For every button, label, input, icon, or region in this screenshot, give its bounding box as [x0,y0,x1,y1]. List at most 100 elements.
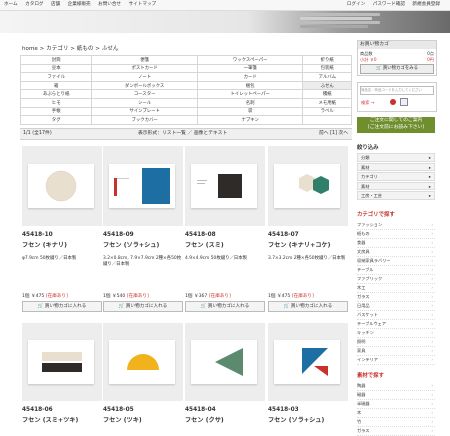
category-link[interactable]: 梱包 [196,80,304,91]
product-card[interactable]: 45418-09 フセン (ソラ+シュ) 3.2×0.8cm, 7.9×7.9c… [103,146,183,336]
category-link[interactable]: ダンボールボックス [91,80,198,91]
category-link[interactable]: シール [91,97,198,108]
narrow-down-item[interactable]: 素材 ▸ [357,162,435,171]
category-link-item[interactable]: ファッション › [357,221,435,230]
category-link-item[interactable]: バスケット › [357,311,435,320]
product-name[interactable]: フセン (ソラ+シュ) [268,415,324,424]
category-link[interactable]: ポストカード [91,63,198,74]
add-to-cart-button[interactable]: 🛒 買い物カゴに入れる [185,301,265,312]
category-link-item[interactable]: 竹 › [357,418,435,427]
nav-home-link[interactable]: ホーム [4,2,18,7]
category-link[interactable]: 積紙 [302,89,352,99]
category-link[interactable]: 袋 [196,106,304,117]
category-link[interactable]: 便箋 [91,55,198,65]
category-link[interactable]: 箱 [19,80,93,91]
product-image[interactable] [268,146,348,226]
product-card[interactable]: 45418-10 フセン (キナリ) φ7.9cm 50枚綴り／日本製 1個 ￥… [22,146,102,336]
nav-login-link[interactable]: ログイン [347,2,365,7]
breadcrumb[interactable]: home > カテゴリ > 紙もの > ふせん [22,44,119,52]
product-image[interactable] [22,323,102,401]
category-link[interactable]: 一筆箋 [196,63,304,74]
add-to-cart-button[interactable]: 🛒 買い物カゴに入れる [268,301,348,312]
product-card[interactable]: 45418-04 フセン (クサ) [185,323,265,424]
nav-password-link[interactable]: パスワード確認 [373,2,405,7]
product-name[interactable]: フセン (クサ) [185,415,224,424]
category-link[interactable]: ふせん [302,80,352,91]
category-link[interactable]: コースター [91,89,198,99]
category-link[interactable]: あぶらとり紙 [19,89,93,99]
display-mode-toggle[interactable]: 表示形式：リスト一覧 ／ 画像とテキスト [138,129,227,139]
product-image[interactable] [268,323,348,401]
category-link[interactable]: ノート [91,72,198,82]
nav-corporate-link[interactable]: 企業様販売 [68,2,91,7]
category-link-item[interactable]: 家具 › [357,347,435,356]
category-link[interactable]: タグ [19,115,93,125]
category-link[interactable]: 豆本 [19,63,93,74]
product-name[interactable]: フセン (ツキ) [103,415,142,424]
view-cart-button[interactable]: 🛒 買い物カゴをみる [360,64,434,74]
category-link-item[interactable]: 半磁器 › [357,400,435,409]
category-link-item[interactable]: 木 › [357,409,435,418]
product-image[interactable] [103,323,183,401]
product-image[interactable] [185,323,265,401]
category-link[interactable]: ファイル [19,72,93,82]
product-name[interactable]: フセン (キナリ+コケ) [268,240,331,249]
product-image[interactable] [185,146,265,226]
nav-store-link[interactable]: 店舗 [51,2,60,7]
category-link-item[interactable]: ガラス › [357,293,435,302]
category-link-item[interactable]: 磁器 › [357,391,435,400]
category-link-item[interactable]: 収納家具ラバリー › [357,257,435,266]
product-image[interactable] [103,146,183,226]
order-guide-button[interactable]: ご注文に関してのご案内 (ご注文前にお読み下さい) [357,117,435,133]
nav-contact-link[interactable]: お問い合せ [98,2,121,7]
product-card[interactable]: 45418-06 フセン (スミ+ツキ) [22,323,102,424]
add-to-cart-button[interactable]: 🛒 買い物カゴに入れる [103,301,183,312]
product-image[interactable] [22,146,102,226]
product-card[interactable]: 45418-03 フセン (ソラ+シュ) [268,323,348,424]
category-link-item[interactable]: インテリア › [357,356,435,365]
category-link[interactable]: 名刺 [196,97,304,108]
category-link[interactable]: 封筒 [19,55,93,65]
category-link[interactable]: ブックカバー [91,115,198,125]
narrow-down-item[interactable]: カテゴリ ▸ [357,172,435,181]
category-link-item[interactable]: 食器 › [357,239,435,248]
category-link[interactable]: アルバム [302,72,352,82]
product-name[interactable]: フセン (キナリ) [22,240,67,249]
nav-catalog-link[interactable]: カタログ [25,2,43,7]
search-input[interactable]: 商品名・商品コードを入力してください [360,86,434,95]
category-link-item[interactable]: 木工 › [357,284,435,293]
category-link[interactable]: 折り紙 [302,55,352,65]
category-link-item[interactable]: テーブル › [357,266,435,275]
category-link[interactable]: メモ用紙 [302,97,352,108]
category-link-item[interactable]: 紙もの › [357,230,435,239]
category-link-item[interactable]: テーブルウェア › [357,320,435,329]
search-button[interactable] [400,98,408,106]
product-card[interactable]: 45418-08 フセン (スミ) 4.9×4.9cm 50枚綴り／日本製 1個… [185,146,265,336]
pagination[interactable]: 前へ [1] 次へ [319,129,348,139]
product-name[interactable]: フセン (スミ) [185,240,224,249]
category-link[interactable]: 手帳 [19,106,93,117]
category-link-item[interactable]: 日用品 › [357,302,435,311]
category-link[interactable]: トイレットペーパー [196,89,304,99]
category-link-item[interactable]: 陶器 › [357,382,435,391]
narrow-down-item[interactable]: 素材 ▸ [357,181,435,190]
add-to-cart-button[interactable]: 🛒 買い物カゴに入れる [22,301,102,312]
category-link[interactable]: サインプレート [91,106,198,117]
category-link-item[interactable]: ファブリック › [357,275,435,284]
category-link-item[interactable]: 文房具 › [357,248,435,257]
product-card[interactable]: 45418-05 フセン (ツキ) [103,323,183,424]
product-name[interactable]: フセン (ソラ+シュ) [103,240,159,249]
narrow-down-item[interactable]: 分類 ▸ [357,153,435,162]
nav-register-link[interactable]: 新規会員登録 [412,2,440,7]
narrow-down-item[interactable]: 工房・工芸 ▸ [357,191,435,200]
category-link[interactable]: ワックスペーパー [196,55,304,65]
category-link[interactable]: 包装紙 [302,63,352,74]
category-link-item[interactable]: キッチン › [357,329,435,338]
category-link-item[interactable]: 照明 › [357,338,435,347]
category-link[interactable]: ラベル [302,106,352,117]
category-link[interactable]: ヒモ [19,97,93,108]
product-name[interactable]: フセン (スミ+ツキ) [22,415,78,424]
category-link[interactable]: カード [196,72,304,82]
nav-sitemap-link[interactable]: サイトマップ [129,2,157,7]
product-card[interactable]: 45418-07 フセン (キナリ+コケ) 3.7×3.2cm 2種×各50枚綴… [268,146,348,336]
